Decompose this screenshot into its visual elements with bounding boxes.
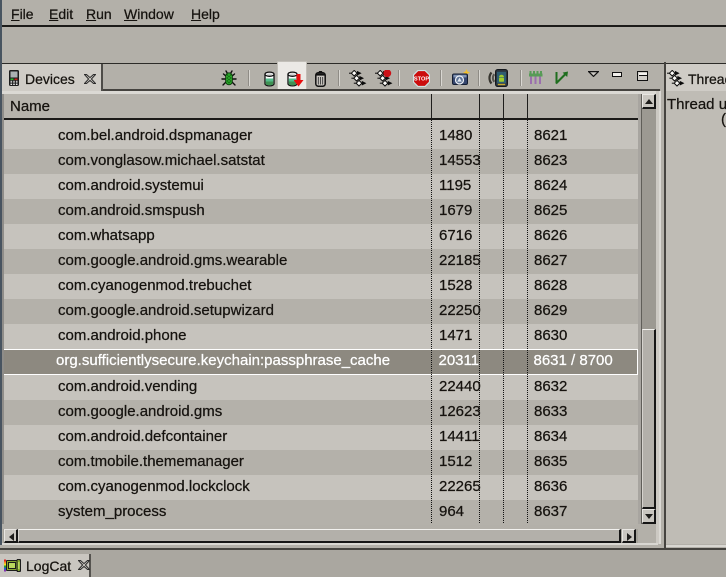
svg-text:STOP: STOP — [414, 77, 429, 83]
